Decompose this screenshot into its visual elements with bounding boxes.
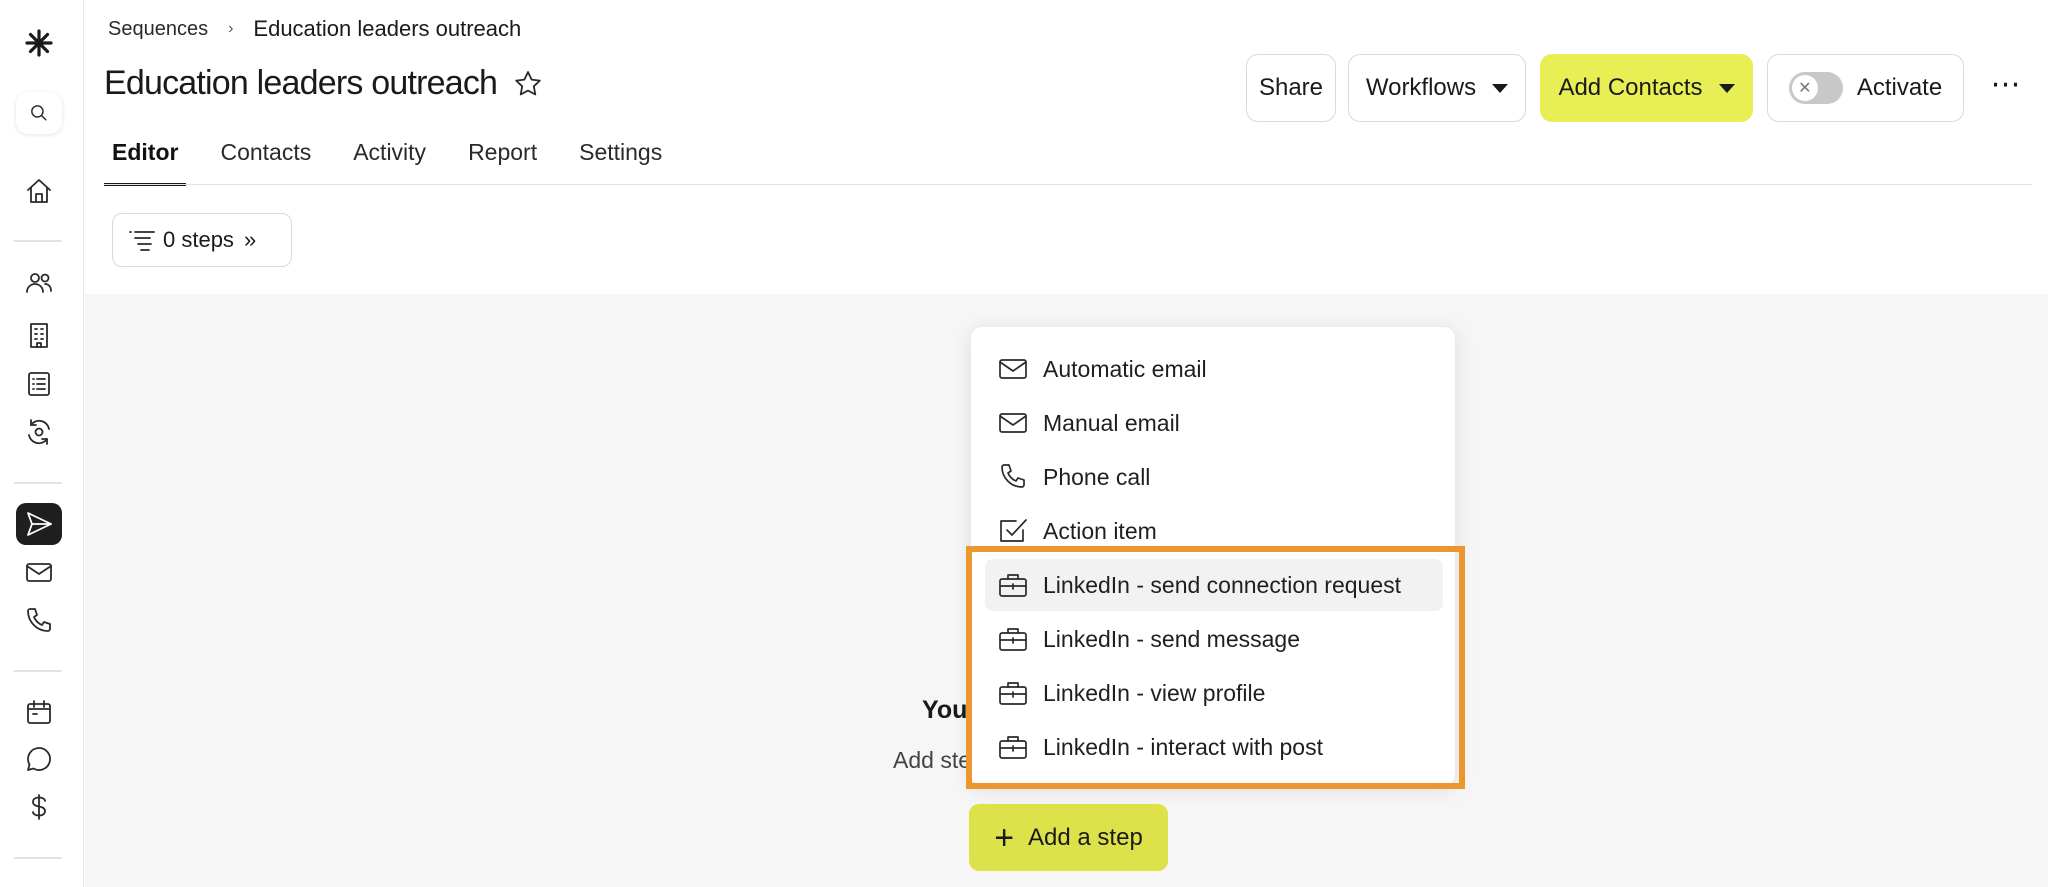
breadcrumb-parent[interactable]: Sequences [108, 18, 208, 41]
menu-item-phone-call[interactable]: Phone call [985, 451, 1443, 503]
menu-item-automatic-email[interactable]: Automatic email [985, 343, 1443, 395]
menu-item-manual-email[interactable]: Manual email [985, 397, 1443, 449]
activate-button[interactable]: ✕ Activate [1767, 54, 1964, 122]
title-row: Education leaders outreach [104, 64, 543, 103]
tabs-divider [104, 184, 2032, 185]
workflows-button-label: Workflows [1365, 74, 1477, 101]
star-icon[interactable] [513, 69, 543, 99]
plus-icon: + [994, 818, 1015, 857]
sidebar-divider [14, 240, 62, 242]
tab-settings[interactable]: Settings [571, 136, 670, 186]
menu-item-label: Action item [1043, 517, 1157, 544]
tab-contacts[interactable]: Contacts [212, 136, 319, 186]
linkedin-options-highlight [966, 546, 1465, 789]
add-contacts-button-label: Add Contacts [1558, 74, 1703, 101]
share-button-label: Share [1258, 74, 1324, 101]
tab-activity[interactable]: Activity [345, 136, 434, 186]
more-options-icon[interactable]: ⋯ [1988, 66, 2024, 102]
steps-count-button[interactable]: 0 steps » [112, 213, 292, 267]
workflows-button[interactable]: Workflows [1348, 54, 1526, 122]
list-icon[interactable] [16, 363, 62, 405]
mail-icon [999, 413, 1027, 433]
page-title: Education leaders outreach [104, 64, 498, 102]
steps-list-icon [129, 231, 155, 251]
phone-icon[interactable] [16, 599, 62, 641]
sidebar-divider [14, 670, 62, 672]
share-button[interactable]: Share [1246, 54, 1336, 122]
add-contacts-button[interactable]: Add Contacts [1540, 54, 1753, 122]
add-step-button[interactable]: + Add a step [969, 804, 1168, 871]
caret-down-icon [1718, 83, 1735, 93]
mail-icon [999, 359, 1027, 379]
menu-item-label: Phone call [1043, 463, 1151, 490]
building-icon[interactable] [16, 314, 62, 356]
caret-down-icon [1492, 83, 1509, 93]
sequences-send-icon[interactable] [16, 503, 62, 545]
menu-item-label: Manual email [1043, 409, 1180, 436]
dollar-icon[interactable] [16, 786, 62, 828]
sidebar [0, 0, 84, 887]
phone-icon [1001, 464, 1025, 488]
empty-state-subtitle: Add ste [893, 747, 971, 773]
menu-item-label: Automatic email [1043, 355, 1207, 382]
add-step-label: Add a step [1028, 823, 1143, 851]
checkbox-icon [1000, 519, 1027, 542]
sidebar-divider [14, 857, 62, 859]
home-icon[interactable] [16, 170, 62, 212]
logo-icon[interactable] [16, 22, 62, 64]
calendar-icon[interactable] [16, 691, 62, 733]
breadcrumb-current: Education leaders outreach [253, 16, 522, 41]
chevron-double-right-icon: » [243, 227, 257, 252]
steps-count-label: 0 steps [163, 227, 234, 252]
activate-button-label: Activate [1856, 74, 1943, 101]
mail-icon[interactable] [16, 551, 62, 593]
activate-toggle[interactable]: ✕ [1788, 72, 1843, 104]
chat-icon[interactable] [16, 738, 62, 780]
breadcrumb-separator: › [228, 20, 234, 37]
tab-report[interactable]: Report [460, 136, 545, 186]
people-icon[interactable] [16, 262, 62, 304]
sidebar-divider [14, 482, 62, 484]
empty-state-title: You [922, 696, 968, 724]
close-icon: ✕ [1791, 75, 1818, 101]
breadcrumb: Sequences › Education leaders outreach [108, 14, 521, 44]
tab-editor[interactable]: Editor [104, 136, 187, 186]
search-icon[interactable] [16, 92, 62, 134]
tab-bar: Editor Contacts Activity Report Settings [104, 136, 696, 186]
refresh-target-icon[interactable] [16, 411, 62, 453]
